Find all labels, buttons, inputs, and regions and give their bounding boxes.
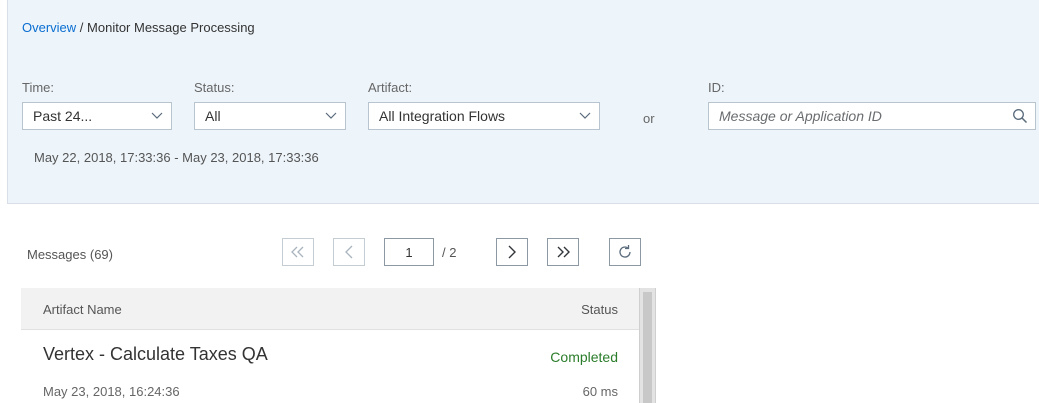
breadcrumb: Overview / Monitor Message Processing [22,20,255,35]
next-page-button[interactable] [496,238,528,266]
list-item[interactable]: Vertex - Calculate Taxes QA Completed Ma… [21,330,639,403]
refresh-button[interactable] [609,238,641,266]
status-badge: Completed [550,349,618,365]
last-page-button[interactable] [547,238,579,266]
status-select[interactable]: All [194,102,346,130]
time-select[interactable]: Past 24... [22,102,172,130]
id-label: ID: [708,80,725,95]
page-total: / 2 [442,245,457,260]
chevron-down-icon [143,103,171,129]
page-number-input[interactable] [384,238,434,266]
refresh-icon [617,244,633,260]
date-range-text: May 22, 2018, 17:33:36 - May 23, 2018, 1… [34,150,319,165]
chevron-left-icon [344,245,354,259]
chevron-down-icon [571,103,599,129]
chevron-down-icon [317,103,345,129]
artifact-select-value: All Integration Flows [379,108,506,124]
messages-count-title: Messages (69) [27,247,113,262]
scrollbar-thumb[interactable] [643,292,652,403]
column-header-status: Status [581,302,618,317]
id-search-field [708,102,1036,130]
artifact-label: Artifact: [368,80,413,95]
time-label: Time: [22,80,55,95]
chevron-right-icon [507,245,517,259]
id-search-input[interactable] [709,103,1005,129]
filter-panel: Overview / Monitor Message Processing Ti… [7,0,1039,204]
search-icon[interactable] [1005,103,1035,129]
breadcrumb-overview-link[interactable]: Overview [22,20,76,35]
breadcrumb-separator: / [76,20,88,35]
double-chevron-right-icon [555,246,571,258]
status-label: Status: [194,80,235,95]
previous-page-button[interactable] [333,238,365,266]
or-separator: or [643,111,655,126]
status-select-value: All [205,108,221,124]
breadcrumb-current: Monitor Message Processing [87,20,255,35]
message-artifact-name: Vertex - Calculate Taxes QA [43,344,268,364]
message-duration: 60 ms [582,384,618,399]
messages-list-scrollbar[interactable] [639,288,656,403]
messages-list: Artifact Name Status Vertex - Calculate … [21,288,639,403]
column-header-artifact-name: Artifact Name [43,302,122,317]
messages-list-header: Artifact Name Status [21,288,639,330]
message-date: May 23, 2018, 16:24:36 [43,384,180,399]
double-chevron-left-icon [290,246,306,258]
time-select-value: Past 24... [33,108,93,124]
first-page-button[interactable] [282,238,314,266]
artifact-select[interactable]: All Integration Flows [368,102,600,130]
monitor-message-processing-page: Overview / Monitor Message Processing Ti… [0,0,1039,403]
